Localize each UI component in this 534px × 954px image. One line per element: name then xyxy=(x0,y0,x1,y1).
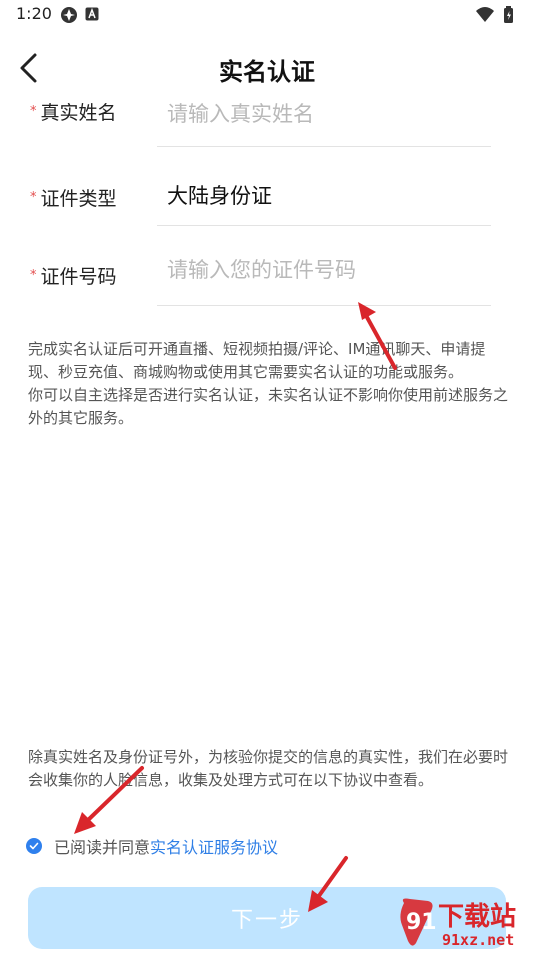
id-number-input[interactable] xyxy=(157,248,491,292)
agreement-checkbox[interactable] xyxy=(26,838,42,854)
field-label-text: 证件类型 xyxy=(40,188,117,210)
face-notice: 除真实姓名及身份证号外，为核验你提交的信息的真实性，我们在必要时会收集你的人脸信… xyxy=(28,748,509,789)
svg-text:91: 91 xyxy=(406,910,437,935)
name-input[interactable] xyxy=(157,92,491,136)
agreement-link[interactable]: 实名认证服务协议 xyxy=(150,834,278,858)
id-type-select[interactable]: 大陆身份证 xyxy=(167,180,272,210)
field-row-id-type[interactable]: * 证件类型 大陆身份证 xyxy=(0,170,534,248)
id-number-divider xyxy=(157,305,491,306)
nav-bar: 实名认证 xyxy=(0,40,534,96)
agreement-row: 已阅读并同意 实名认证服务协议 xyxy=(26,834,278,858)
check-icon xyxy=(29,842,39,850)
status-right-cluster xyxy=(474,5,520,25)
id-type-divider xyxy=(157,225,491,226)
watermark-domain: 91xz.net xyxy=(442,931,514,949)
watermark-logo-icon: 91 下载站 91xz.net xyxy=(400,898,516,949)
watermark-brand: 下载站 xyxy=(438,902,516,932)
app-notification-icon xyxy=(61,7,77,23)
required-mark: * xyxy=(30,190,37,205)
status-time: 1:20 xyxy=(16,4,52,23)
page-title: 实名认证 xyxy=(219,58,315,86)
field-label-text: 证件号码 xyxy=(40,266,117,288)
required-mark: * xyxy=(30,268,37,283)
name-divider xyxy=(157,146,491,147)
battery-icon xyxy=(504,6,513,23)
required-mark: * xyxy=(30,104,37,119)
service-notice: 完成实名认证后可开通直播、短视频拍摄/评论、IM通讯聊天、申请提现、秒豆充值、商… xyxy=(28,340,509,427)
field-label-text: 真实姓名 xyxy=(40,102,117,124)
field-label-name: * 真实姓名 xyxy=(30,98,117,125)
agreement-prefix: 已阅读并同意 xyxy=(54,838,151,857)
site-watermark: 91 下载站 91xz.net xyxy=(398,895,534,950)
field-row-name: * 真实姓名 xyxy=(0,92,534,170)
field-label-id-number: * 证件号码 xyxy=(30,262,117,289)
wifi-icon xyxy=(476,7,494,22)
status-bar: 1:20 xyxy=(0,0,534,30)
text-notification-icon xyxy=(85,7,99,21)
field-row-id-number: * 证件号码 xyxy=(0,248,534,326)
field-label-id-type: * 证件类型 xyxy=(30,184,117,211)
